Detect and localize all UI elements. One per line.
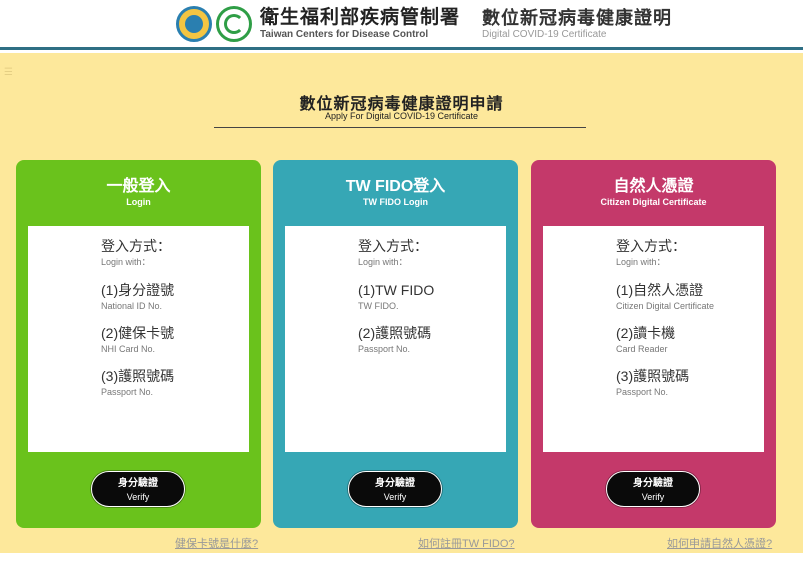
card-header: 自然人憑證 Citizen Digital Certificate (531, 178, 776, 208)
verify-label-zh: 身分驗證 (118, 478, 158, 489)
option-en: Citizen Digital Certificate (616, 301, 715, 311)
option-zh: (2)護照號碼 (358, 325, 432, 341)
option-item: (1)身分證號 National ID No. (101, 282, 174, 312)
option-item: (2)健保卡號 NHI Card No. (101, 325, 174, 355)
card-title: 自然人憑證 (613, 178, 694, 195)
option-item: (3)護照號碼 Passport No. (101, 368, 174, 398)
page-subtitle: Apply For Digital COVID-19 Certificate (324, 111, 479, 121)
option-item: (1)自然人憑證 Citizen Digital Certificate (616, 282, 714, 312)
card-title: TW FIDO登入 (345, 178, 446, 195)
option-zh: (2)健保卡號 (101, 325, 175, 341)
verify-label-en: Verify (383, 492, 407, 502)
verify-button-twfido[interactable]: 身分驗證 Verify (348, 471, 442, 507)
card-general-login: 一般登入 Login 登入方式： Login with： (1)身分證號 Nat… (16, 160, 261, 528)
option-zh: (3)護照號碼 (101, 368, 175, 384)
menu-icon[interactable]: ☰ (4, 67, 13, 78)
site-header: 衛生福利部疾病管制署 Taiwan Centers for Disease Co… (0, 0, 803, 50)
card-citizen-certificate: 自然人憑證 Citizen Digital Certificate 登入方式： … (531, 160, 776, 528)
verify-label-en: Verify (126, 492, 150, 502)
option-item: (1)TW FIDO TW FIDO. (358, 282, 434, 312)
option-zh: (1)自然人憑證 (616, 282, 704, 298)
card-body: 登入方式： Login with： (1)身分證號 National ID No… (28, 226, 249, 452)
login-with-label: 登入方式： Login with： (358, 238, 428, 268)
org-name-zh: 衛生福利部疾病管制署 (260, 7, 461, 28)
option-en: Passport No. (616, 387, 669, 397)
card-twfido-login: TW FIDO登入 TW FIDO Login 登入方式： Login with… (273, 160, 518, 528)
option-en: National ID No. (101, 301, 163, 311)
option-en: NHI Card No. (101, 344, 156, 354)
option-item: (2)讀卡機 Card Reader (616, 325, 675, 355)
option-en: Card Reader (616, 344, 668, 354)
option-zh: (1)TW FIDO (358, 282, 435, 298)
card-header: 一般登入 Login (16, 178, 261, 208)
option-zh: (1)身分證號 (101, 282, 175, 298)
verify-label-en: Verify (641, 492, 665, 502)
main-content: ☰ 數位新冠病毒健康證明申請 Apply For Digital COVID-1… (0, 53, 803, 553)
card-title: 一般登入 (106, 178, 171, 195)
option-zh: (2)讀卡機 (616, 325, 676, 341)
cdc-logo-icon (216, 6, 252, 42)
verify-label-zh: 身分驗證 (375, 478, 415, 489)
card-subtitle: Login (126, 197, 151, 207)
card-body: 登入方式： Login with： (1)自然人憑證 Citizen Digit… (543, 226, 764, 452)
header-brand: 衛生福利部疾病管制署 Taiwan Centers for Disease Co… (176, 6, 672, 42)
option-en: Passport No. (101, 387, 154, 397)
login-with-en: Login with： (101, 257, 151, 267)
login-with-label: 登入方式： Login with： (616, 238, 686, 268)
org-name-en: Taiwan Centers for Disease Control (260, 29, 429, 40)
certificate-name-en: Digital COVID-19 Certificate (482, 29, 607, 40)
card-header: TW FIDO登入 TW FIDO Login (273, 178, 518, 208)
option-zh: (3)護照號碼 (616, 368, 690, 384)
certificate-name-zh: 數位新冠病毒健康證明 (482, 8, 673, 28)
option-en: TW FIDO. (358, 301, 399, 311)
verify-label-zh: 身分驗證 (633, 478, 673, 489)
verify-button-citizen[interactable]: 身分驗證 Verify (606, 471, 700, 507)
register-fido-help-link[interactable]: 如何註冊TW FIDO? (418, 535, 515, 551)
option-item: (3)護照號碼 Passport No. (616, 368, 689, 398)
login-with-zh: 登入方式： (616, 238, 686, 254)
nhi-card-help-link[interactable]: 健保卡號是什麼? (175, 535, 258, 551)
login-with-en: Login with： (358, 257, 408, 267)
certificate-name: 數位新冠病毒健康證明 Digital COVID-19 Certificate (482, 7, 672, 41)
option-item: (2)護照號碼 Passport No. (358, 325, 431, 355)
login-with-zh: 登入方式： (101, 238, 171, 254)
login-with-label: 登入方式： Login with： (101, 238, 171, 268)
card-subtitle: TW FIDO Login (363, 197, 428, 207)
card-subtitle: Citizen Digital Certificate (600, 197, 707, 207)
card-body: 登入方式： Login with： (1)TW FIDO TW FIDO. (2… (285, 226, 506, 452)
verify-button-general[interactable]: 身分驗證 Verify (91, 471, 185, 507)
login-with-zh: 登入方式： (358, 238, 428, 254)
title-divider (214, 127, 586, 128)
login-with-en: Login with： (616, 257, 666, 267)
apply-citizen-cert-help-link[interactable]: 如何申請自然人憑證? (667, 535, 772, 551)
option-en: Passport No. (358, 344, 411, 354)
mohw-logo-icon (176, 6, 212, 42)
org-name: 衛生福利部疾病管制署 Taiwan Centers for Disease Co… (260, 7, 460, 41)
